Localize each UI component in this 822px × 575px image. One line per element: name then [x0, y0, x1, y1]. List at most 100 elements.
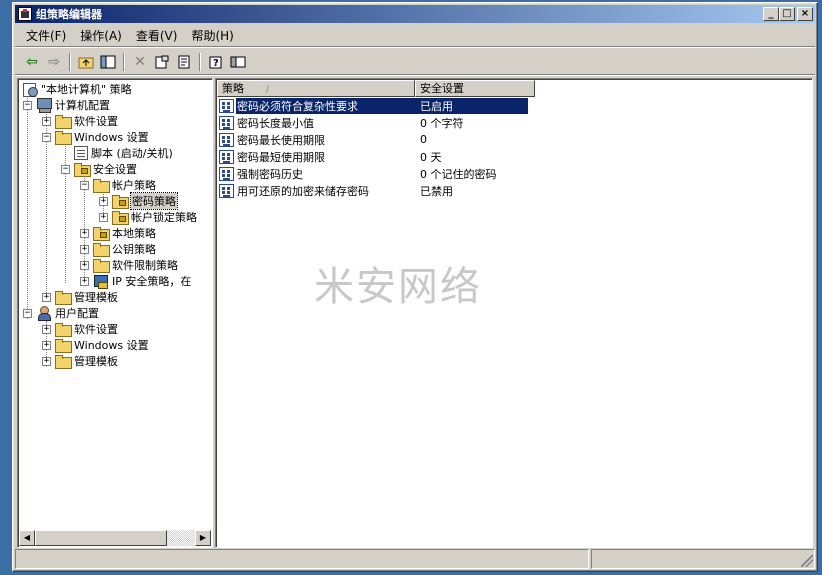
scroll-track[interactable]: [35, 530, 195, 546]
tree-label: 安全设置: [93, 163, 137, 176]
help-icon[interactable]: ?: [205, 52, 227, 72]
expand-toggle[interactable]: +: [80, 228, 89, 238]
status-cell-main: [15, 549, 589, 569]
expand-toggle[interactable]: +: [42, 340, 51, 350]
locked-folder-icon: [112, 210, 129, 225]
tree-label: 公钥策略: [112, 243, 156, 256]
tree-horizontal-scrollbar[interactable]: ◀ ▶: [19, 530, 211, 546]
expand-toggle[interactable]: +: [99, 212, 108, 222]
tree-item-account-policy[interactable]: − 帐户策略: [80, 177, 156, 193]
policy-row[interactable]: 密码最短使用期限 0 天: [219, 148, 442, 165]
policy-row[interactable]: 强制密码历史 0 个记住的密码: [219, 165, 497, 182]
policy-row[interactable]: 密码长度最小值 0 个字符: [219, 114, 464, 131]
expand-toggle[interactable]: +: [42, 292, 51, 302]
minimize-button[interactable]: _: [763, 7, 779, 21]
policy-name: 强制密码历史: [237, 167, 303, 181]
ipsec-policy-icon: [93, 274, 109, 289]
collapse-toggle[interactable]: −: [23, 100, 32, 110]
menu-action[interactable]: 操作(A): [73, 27, 129, 44]
tree-item-computer-config[interactable]: − 计算机配置: [23, 97, 110, 113]
script-icon: [74, 146, 88, 160]
scroll-thumb[interactable]: [35, 530, 167, 546]
policy-root-icon: [22, 82, 38, 97]
expand-toggle[interactable]: +: [80, 244, 89, 254]
show-hide-tree-icon[interactable]: [97, 52, 119, 72]
expand-toggle[interactable]: +: [80, 260, 89, 270]
tree-item-uc-software[interactable]: + 软件设置: [42, 321, 118, 337]
sort-indicator-icon: /: [266, 85, 270, 95]
column-header-policy[interactable]: 策略 /: [217, 80, 415, 97]
expand-toggle[interactable]: +: [99, 196, 108, 206]
resize-grip-icon[interactable]: [801, 555, 813, 567]
tree-item-user-config[interactable]: − 用户配置: [23, 305, 99, 321]
policy-name: 密码最短使用期限: [237, 150, 325, 164]
expand-toggle[interactable]: +: [42, 356, 51, 366]
policy-setting-icon: [219, 183, 234, 198]
properties-icon[interactable]: [151, 52, 173, 72]
policy-value: 0 个记住的密码: [420, 167, 497, 181]
policy-value: 0 个字符: [420, 116, 464, 130]
menu-file[interactable]: 文件(F): [19, 27, 73, 44]
tree-item-password-policy[interactable]: + 密码策略: [99, 192, 178, 210]
gpedit-app-icon: [18, 7, 32, 21]
status-bar: [15, 549, 815, 569]
console-tree[interactable]: "本地计算机" 策略 − 计算机配置 + 软件设置 − Windows 设置 脚…: [17, 78, 213, 548]
expand-toggle[interactable]: +: [80, 276, 89, 286]
menu-help[interactable]: 帮助(H): [184, 27, 240, 44]
collapse-toggle[interactable]: −: [80, 180, 89, 190]
tree-item-lockout-policy[interactable]: + 帐户锁定策略: [99, 209, 197, 225]
policy-setting-icon: [219, 132, 234, 147]
column-header-setting[interactable]: 安全设置: [415, 80, 535, 97]
up-folder-icon[interactable]: [75, 52, 97, 72]
menu-view[interactable]: 查看(V): [129, 27, 185, 44]
folder-open-icon: [93, 178, 110, 193]
scroll-left-icon[interactable]: ◀: [19, 530, 35, 546]
tree-item-security[interactable]: − 安全设置: [61, 161, 137, 177]
locked-folder-icon: [112, 194, 129, 209]
window-title: 组策略编辑器: [36, 8, 102, 21]
tree-label: 管理模板: [74, 355, 118, 368]
toolbar-separator: [123, 52, 125, 71]
tree-item-uc-admin-templates[interactable]: + 管理模板: [42, 353, 118, 369]
menu-bar: 文件(F) 操作(A) 查看(V) 帮助(H): [15, 25, 815, 47]
policy-name: 密码必须符合复杂性要求: [236, 97, 414, 114]
details-pane[interactable]: 策略 / 安全设置 密码必须符合复杂性要求 已启用 密码长度最小值 0 个字符 密…: [215, 78, 813, 548]
back-arrow-icon[interactable]: ⇦: [21, 52, 43, 72]
tree-item-cc-windows[interactable]: − Windows 设置: [42, 129, 149, 145]
tree-label: 脚本 (启动/关机): [91, 147, 173, 160]
tree-item-public-key[interactable]: + 公钥策略: [80, 241, 156, 257]
console-icon[interactable]: [227, 52, 249, 72]
column-label: 安全设置: [420, 82, 464, 95]
policy-setting-icon: [219, 115, 234, 130]
tree-item-uc-windows[interactable]: + Windows 设置: [42, 337, 149, 353]
tree-item-cc-software[interactable]: + 软件设置: [42, 113, 118, 129]
status-cell-extra: [591, 549, 815, 569]
tree-item-ipsec[interactable]: + IP 安全策略，在: [80, 273, 191, 289]
collapse-toggle[interactable]: −: [23, 308, 32, 318]
tree-item-scripts[interactable]: 脚本 (启动/关机): [74, 145, 173, 161]
scroll-right-icon[interactable]: ▶: [195, 530, 211, 546]
collapse-toggle[interactable]: −: [42, 132, 51, 142]
maximize-button[interactable]: □: [779, 7, 795, 21]
column-label: 策略: [222, 82, 244, 95]
policy-row[interactable]: 密码必须符合复杂性要求 已启用: [219, 97, 528, 114]
toolbar-separator: [69, 52, 71, 71]
folder-icon: [55, 338, 72, 353]
delete-icon[interactable]: ✕: [129, 52, 151, 72]
export-list-icon[interactable]: [173, 52, 195, 72]
tree-item-cc-admin-templates[interactable]: + 管理模板: [42, 289, 118, 305]
policy-row[interactable]: 用可还原的加密来储存密码 已禁用: [219, 182, 453, 199]
expand-toggle[interactable]: +: [42, 324, 51, 334]
tree-item-local-policy[interactable]: + 本地策略: [80, 225, 156, 241]
policy-row[interactable]: 密码最长使用期限 0: [219, 131, 427, 148]
policy-value: 0 天: [420, 150, 442, 164]
forward-arrow-icon[interactable]: ⇨: [43, 52, 65, 72]
expand-toggle[interactable]: +: [42, 116, 51, 126]
policy-name: 密码最长使用期限: [237, 133, 325, 147]
tree-item-software-restriction[interactable]: + 软件限制策略: [80, 257, 178, 273]
collapse-toggle[interactable]: −: [61, 164, 70, 174]
title-bar[interactable]: 组策略编辑器 _ □ ×: [15, 5, 815, 23]
watermark: 米安网络: [314, 264, 482, 310]
close-button[interactable]: ×: [797, 7, 813, 21]
tree-item-root[interactable]: "本地计算机" 策略: [22, 81, 132, 97]
